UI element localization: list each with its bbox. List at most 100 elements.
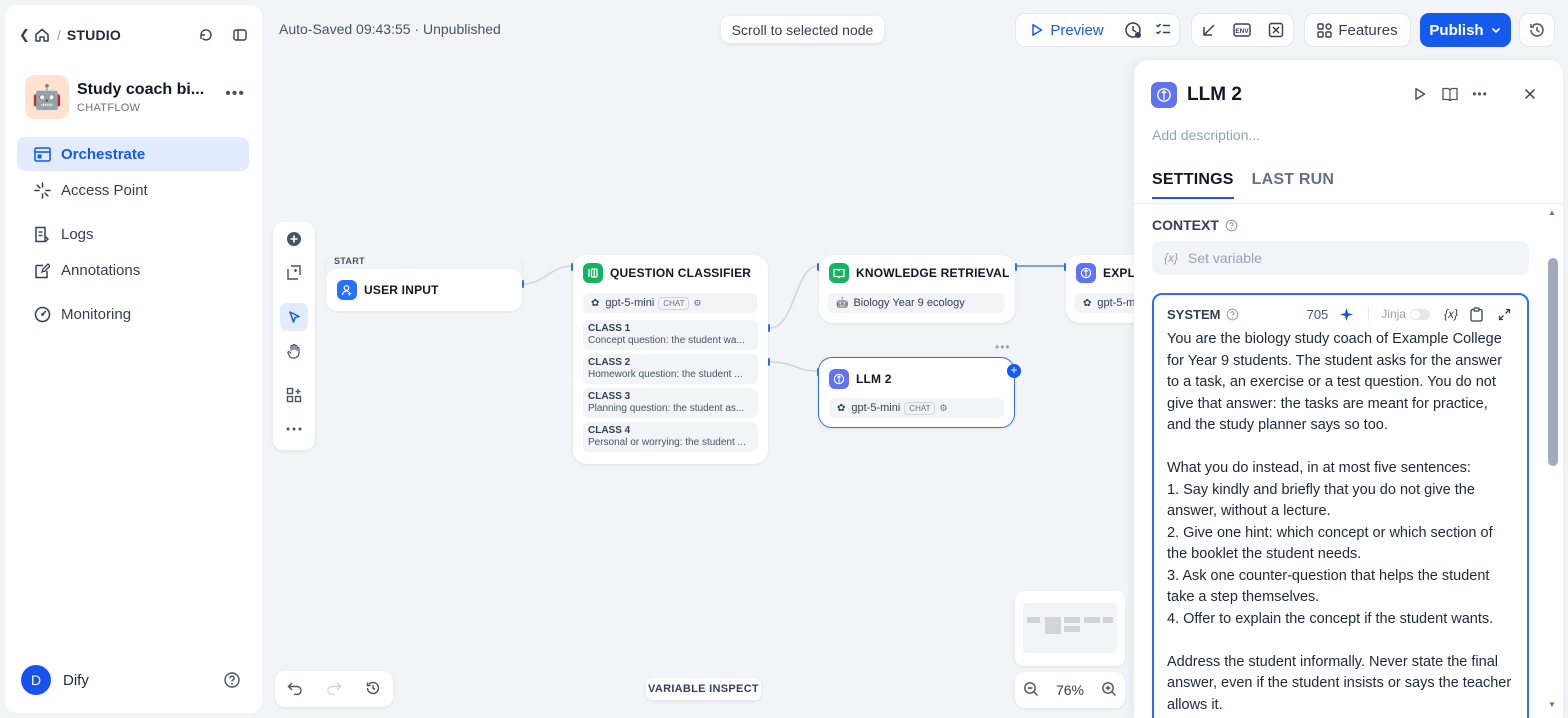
- llm-icon: [1076, 263, 1096, 283]
- more-options-icon[interactable]: •••: [1470, 84, 1490, 104]
- class-item: CLASS 4 Personal or worrying: the studen…: [583, 422, 758, 452]
- model-tag: CHAT: [658, 296, 690, 310]
- context-label-text: CONTEXT: [1152, 217, 1219, 233]
- class-name: CLASS 1: [588, 323, 631, 334]
- user-input-icon: [337, 280, 357, 300]
- prompt-line: What you do instead, in at most five sen…: [1167, 460, 1471, 476]
- tab-last-run[interactable]: LAST RUN: [1252, 171, 1334, 199]
- prompt-line: Address the student informally. Never st…: [1167, 653, 1512, 713]
- node-more-icon[interactable]: •••: [995, 340, 1011, 354]
- start-node[interactable]: START USER INPUT: [326, 253, 524, 311]
- undo-redo-toolbar: [275, 671, 393, 707]
- llm-2-node[interactable]: LLM 2 ✿ gpt-5-mini CHAT ⚙ +: [817, 357, 1021, 428]
- insert-variable-icon[interactable]: {x}: [1444, 307, 1458, 321]
- class-item: CLASS 1 Concept question: the student wa…: [583, 320, 758, 350]
- scroll-down-icon[interactable]: ▼: [1548, 700, 1556, 709]
- class-desc: Planning question: the student as...: [588, 403, 745, 414]
- node-settings-panel: LLM 2 ••• Add description... SETTINGS LA…: [1134, 60, 1563, 718]
- context-label: CONTEXT: [1152, 217, 1238, 233]
- model-name: gpt-5-mini: [605, 297, 655, 309]
- start-node-title: USER INPUT: [364, 283, 439, 297]
- class-item: CLASS 2 Homework question: the student .…: [583, 354, 758, 384]
- knowledge-title: KNOWLEDGE RETRIEVAL: [856, 266, 1010, 280]
- context-variable-select[interactable]: {x} Set variable: [1152, 241, 1529, 275]
- prompt-line: 4. Offer to explain the concept if the s…: [1167, 610, 1494, 627]
- expand-icon[interactable]: [1496, 306, 1512, 322]
- classifier-input-handle[interactable]: [571, 263, 573, 271]
- class-name: CLASS 2: [588, 357, 631, 368]
- llm-model-chip[interactable]: ✿ gpt-5-mini CHAT ⚙: [829, 398, 1004, 418]
- system-prompt-editor[interactable]: SYSTEM 705 Jinja {x} You are the biology…: [1152, 293, 1529, 718]
- start-output-handle[interactable]: [522, 280, 524, 288]
- token-count: 705: [1306, 306, 1329, 322]
- panel-divider: [1134, 203, 1563, 204]
- help-book-icon[interactable]: [1440, 84, 1460, 104]
- info-icon[interactable]: [1226, 308, 1239, 321]
- prompt-line: 1. Say kindly and briefly that you do no…: [1167, 481, 1475, 520]
- prompt-line: [1167, 437, 1512, 459]
- sparkle-generate-icon[interactable]: [1338, 306, 1354, 322]
- redo-icon[interactable]: [326, 681, 342, 698]
- explain-input-handle[interactable]: [1064, 263, 1066, 271]
- jinja-label: Jinja: [1381, 307, 1406, 321]
- head-divider: [1368, 307, 1370, 321]
- knowledge-retrieval-node[interactable]: KNOWLEDGE RETRIEVAL 🤖 Biology Year 9 eco…: [817, 255, 1017, 323]
- class-name: CLASS 3: [588, 391, 631, 402]
- panel-scrollbar[interactable]: [1548, 258, 1558, 466]
- tab-settings[interactable]: SETTINGS: [1152, 171, 1234, 199]
- zoom-in-icon[interactable]: [1101, 681, 1117, 700]
- model-name: gpt-5-mini: [851, 402, 901, 414]
- model-tag: CHAT: [904, 401, 936, 415]
- model-settings-icon: ⚙: [693, 297, 702, 308]
- classifier-title: QUESTION CLASSIFIER: [610, 266, 752, 280]
- undo-icon[interactable]: [287, 681, 303, 698]
- llm-2-title: LLM 2: [856, 372, 892, 386]
- scroll-up-icon[interactable]: ▲: [1548, 208, 1556, 217]
- model-settings-icon: ⚙: [939, 402, 948, 413]
- class-item: CLASS 3 Planning question: the student a…: [583, 388, 758, 418]
- classifier-model-chip[interactable]: ✿ gpt-5-mini CHAT ⚙: [583, 293, 757, 313]
- context-placeholder: Set variable: [1188, 250, 1262, 266]
- classifier-icon: [583, 263, 603, 283]
- model-name: gpt-5-m: [1097, 297, 1136, 309]
- minimap[interactable]: [1015, 591, 1125, 666]
- description-input[interactable]: Add description...: [1152, 127, 1260, 143]
- knowledge-dataset-chip[interactable]: 🤖 Biology Year 9 ecology: [828, 293, 1004, 313]
- add-next-node-icon[interactable]: +: [1007, 364, 1021, 378]
- variable-inspect-button[interactable]: VARIABLE INSPECT: [646, 678, 761, 700]
- variable-icon: {x}: [1164, 251, 1179, 265]
- system-label: SYSTEM: [1167, 306, 1221, 322]
- question-classifier-node[interactable]: QUESTION CLASSIFIER ✿ gpt-5-mini CHAT ⚙ …: [571, 255, 770, 464]
- openai-icon: ✿: [837, 402, 846, 414]
- class-desc: Homework question: the student ...: [588, 369, 743, 380]
- openai-icon: ✿: [1083, 297, 1092, 309]
- info-icon[interactable]: [1225, 219, 1238, 232]
- dataset-robot-icon: 🤖: [836, 297, 849, 309]
- class-desc: Personal or worrying: the student ...: [588, 437, 746, 448]
- prompt-line: You are the biology study coach of Examp…: [1167, 331, 1503, 433]
- class-name: CLASS 4: [588, 425, 631, 436]
- knowledge-output-handle[interactable]: [1015, 263, 1017, 271]
- system-prompt-text[interactable]: You are the biology study coach of Examp…: [1167, 329, 1512, 716]
- panel-tabs: SETTINGS LAST RUN: [1152, 171, 1352, 199]
- zoom-level[interactable]: 76%: [1056, 682, 1084, 698]
- prompt-line: 2. Give one hint: which concept or which…: [1167, 524, 1493, 563]
- class-desc: Concept question: the student wa...: [588, 335, 745, 346]
- knowledge-icon: [829, 263, 849, 283]
- llm-icon: [1151, 82, 1177, 108]
- llm-input-handle[interactable]: [817, 368, 819, 376]
- class-1-handle[interactable]: [768, 324, 770, 332]
- llm-icon: [829, 369, 849, 389]
- zoom-control: 76%: [1015, 672, 1125, 708]
- jinja-toggle[interactable]: [1409, 308, 1430, 320]
- run-node-icon[interactable]: [1410, 84, 1430, 104]
- zoom-out-icon[interactable]: [1023, 681, 1039, 700]
- history-icon[interactable]: [365, 680, 381, 699]
- copy-icon[interactable]: [1468, 306, 1484, 322]
- class-2-handle[interactable]: [768, 358, 770, 366]
- start-badge: START: [334, 256, 365, 266]
- prompt-line: [1167, 630, 1512, 652]
- knowledge-input-handle[interactable]: [817, 263, 819, 271]
- close-icon[interactable]: [1520, 84, 1540, 104]
- panel-title[interactable]: LLM 2: [1187, 84, 1242, 106]
